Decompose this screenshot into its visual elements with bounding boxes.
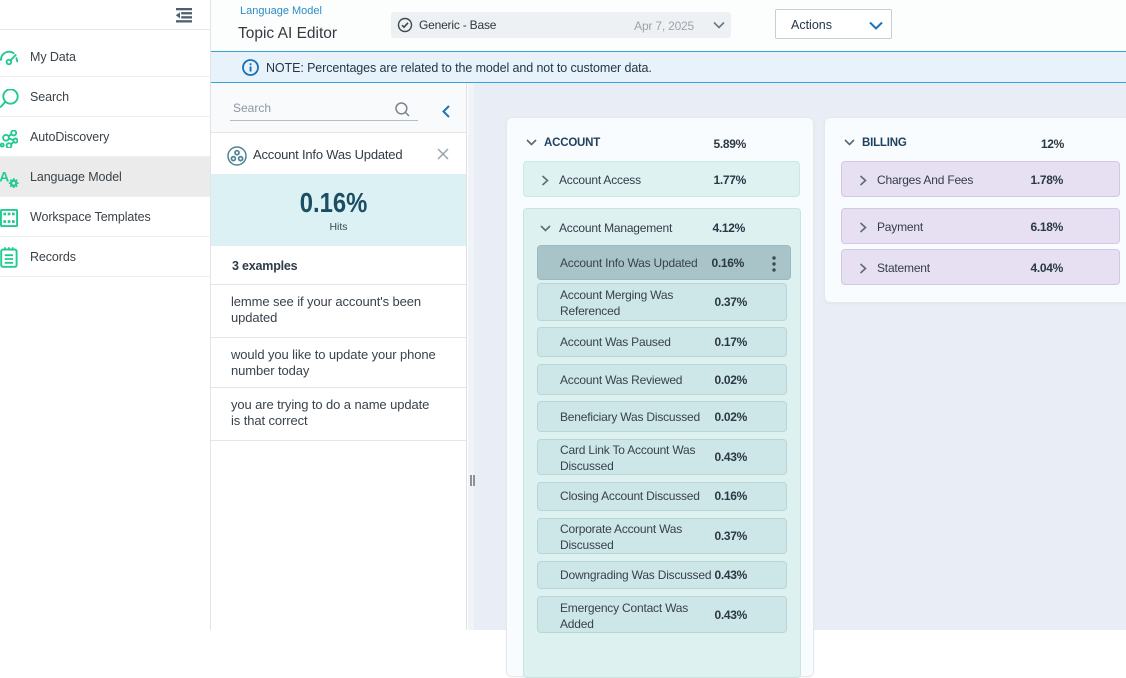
svg-text:A: A — [0, 169, 9, 184]
